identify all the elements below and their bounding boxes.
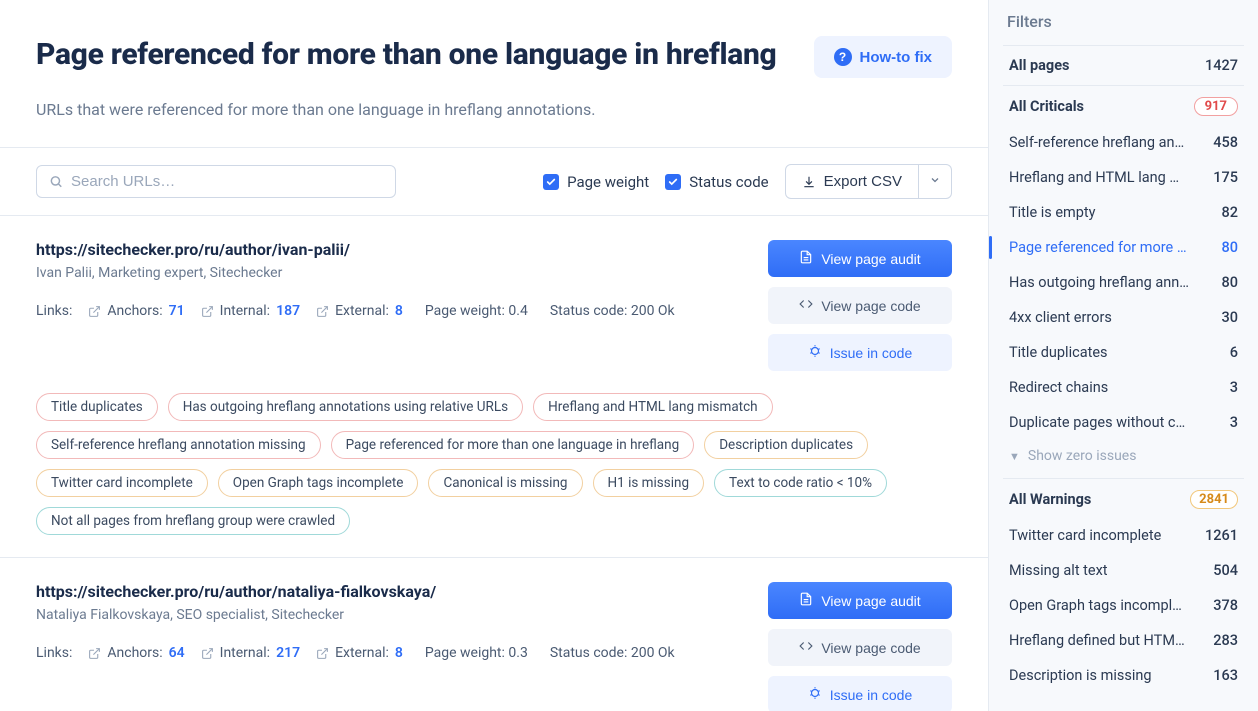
url-description: Ivan Palii, Marketing expert, Sitechecke… — [36, 265, 744, 281]
filter-item[interactable]: Title duplicates 6 — [1003, 335, 1244, 370]
caret-down-icon: ▼ — [1009, 450, 1020, 463]
filter-item[interactable]: Page referenced for more t… 80 — [1003, 230, 1244, 265]
issue-tag[interactable]: Page referenced for more than one langua… — [331, 431, 695, 459]
filter-item[interactable]: Has outgoing hreflang anno… 80 — [1003, 265, 1244, 300]
issue-tags: Title duplicates Has outgoing hreflang an… — [36, 393, 952, 535]
filter-all-pages[interactable]: All pages 1427 — [1003, 48, 1244, 83]
checkbox-icon — [543, 174, 559, 190]
issue-tag[interactable]: Description duplicates — [704, 431, 868, 459]
url-card: https://sitechecker.pro/ru/author/ivan-p… — [0, 216, 988, 558]
criticals-count-badge: 917 — [1194, 97, 1238, 116]
show-zero-issues[interactable]: ▼ Show zero issues — [1003, 440, 1244, 476]
view-page-audit-button[interactable]: View page audit — [768, 240, 952, 277]
filter-item[interactable]: 4xx client errors 30 — [1003, 300, 1244, 335]
view-page-code-button[interactable]: View page code — [768, 287, 952, 324]
search-input-wrapper[interactable] — [36, 165, 396, 198]
issue-tag[interactable]: Title duplicates — [36, 393, 158, 421]
checkbox-page-weight[interactable]: Page weight — [543, 173, 649, 191]
internal-stat[interactable]: Internal: 187 — [201, 303, 300, 319]
chevron-down-icon — [929, 174, 941, 186]
issue-in-code-button[interactable]: Issue in code — [768, 676, 952, 711]
filter-item[interactable]: Title is empty 82 — [1003, 195, 1244, 230]
status-code-stat: Status code: 200 Ok — [550, 303, 675, 319]
links-label: Links: — [36, 303, 72, 319]
howto-fix-button[interactable]: ? How-to fix — [814, 36, 953, 78]
filter-item[interactable]: Description is missing 163 — [1003, 658, 1244, 693]
page-weight-stat: Page weight: 0.3 — [425, 645, 528, 661]
url-card: https://sitechecker.pro/ru/author/natali… — [0, 558, 988, 711]
url-text[interactable]: https://sitechecker.pro/ru/author/ivan-p… — [36, 240, 744, 259]
issue-tag[interactable]: Open Graph tags incomplete — [218, 469, 419, 497]
bug-icon — [808, 344, 822, 361]
howto-fix-label: How-to fix — [860, 49, 933, 66]
filter-item[interactable]: Duplicate pages without can… 3 — [1003, 405, 1244, 440]
issue-tag[interactable]: Not all pages from hreflang group were c… — [36, 507, 350, 535]
bug-icon — [808, 686, 822, 703]
filter-item[interactable]: Open Graph tags incomple… 378 — [1003, 588, 1244, 623]
code-icon — [799, 639, 813, 656]
document-icon — [799, 592, 813, 609]
filter-item[interactable]: Twitter card incomplete 1261 — [1003, 518, 1244, 553]
checkbox-status-code[interactable]: Status code — [665, 173, 768, 191]
search-icon — [49, 174, 63, 189]
status-code-stat: Status code: 200 Ok — [550, 645, 675, 661]
page-title: Page referenced for more than one langua… — [36, 36, 776, 74]
links-label: Links: — [36, 645, 72, 661]
url-text[interactable]: https://sitechecker.pro/ru/author/natali… — [36, 582, 744, 601]
external-stat[interactable]: External: 8 — [316, 303, 403, 319]
url-description: Nataliya Fialkovskaya, SEO specialist, S… — [36, 607, 744, 623]
issue-tag[interactable]: Hreflang and HTML lang mismatch — [533, 393, 773, 421]
code-icon — [799, 297, 813, 314]
checkbox-icon — [665, 174, 681, 190]
issue-in-code-button[interactable]: Issue in code — [768, 334, 952, 371]
document-icon — [799, 250, 813, 267]
export-dropdown-button[interactable] — [919, 164, 952, 199]
filter-item[interactable]: Hreflang defined but HTM… 283 — [1003, 623, 1244, 658]
issue-tag[interactable]: Has outgoing hreflang annotations using … — [168, 393, 523, 421]
help-icon: ? — [834, 48, 852, 66]
filter-item[interactable]: Redirect chains 3 — [1003, 370, 1244, 405]
anchors-stat[interactable]: Anchors: 64 — [88, 645, 184, 661]
filters-sidebar: Filters All pages 1427 All Criticals 917… — [988, 0, 1258, 711]
filter-all-criticals[interactable]: All Criticals 917 — [1003, 88, 1244, 125]
search-input[interactable] — [71, 173, 383, 190]
page-weight-stat: Page weight: 0.4 — [425, 303, 528, 319]
filters-title: Filters — [1003, 12, 1244, 31]
issue-tag[interactable]: Text to code ratio < 10% — [714, 469, 887, 497]
view-page-audit-button[interactable]: View page audit — [768, 582, 952, 619]
issue-tag[interactable]: H1 is missing — [593, 469, 705, 497]
toolbar: Page weight Status code Export CSV — [0, 147, 988, 216]
export-csv-button[interactable]: Export CSV — [785, 164, 919, 199]
internal-stat[interactable]: Internal: 217 — [201, 645, 300, 661]
issue-tag[interactable]: Self-reference hreflang annotation missi… — [36, 431, 321, 459]
issue-tag[interactable]: Twitter card incomplete — [36, 469, 208, 497]
external-stat[interactable]: External: 8 — [316, 645, 403, 661]
view-page-code-button[interactable]: View page code — [768, 629, 952, 666]
filter-item[interactable]: Missing alt text 504 — [1003, 553, 1244, 588]
page-header: Page referenced for more than one langua… — [0, 0, 988, 147]
issue-tag[interactable]: Canonical is missing — [428, 469, 582, 497]
anchors-stat[interactable]: Anchors: 71 — [88, 303, 184, 319]
warnings-count-badge: 2841 — [1190, 490, 1238, 509]
filter-item[interactable]: Self-reference hreflang an… 458 — [1003, 125, 1244, 160]
filter-all-warnings[interactable]: All Warnings 2841 — [1003, 481, 1244, 518]
page-subtitle: URLs that were referenced for more than … — [36, 100, 952, 119]
filter-item[interactable]: Hreflang and HTML lang mi… 175 — [1003, 160, 1244, 195]
download-icon — [802, 175, 816, 189]
